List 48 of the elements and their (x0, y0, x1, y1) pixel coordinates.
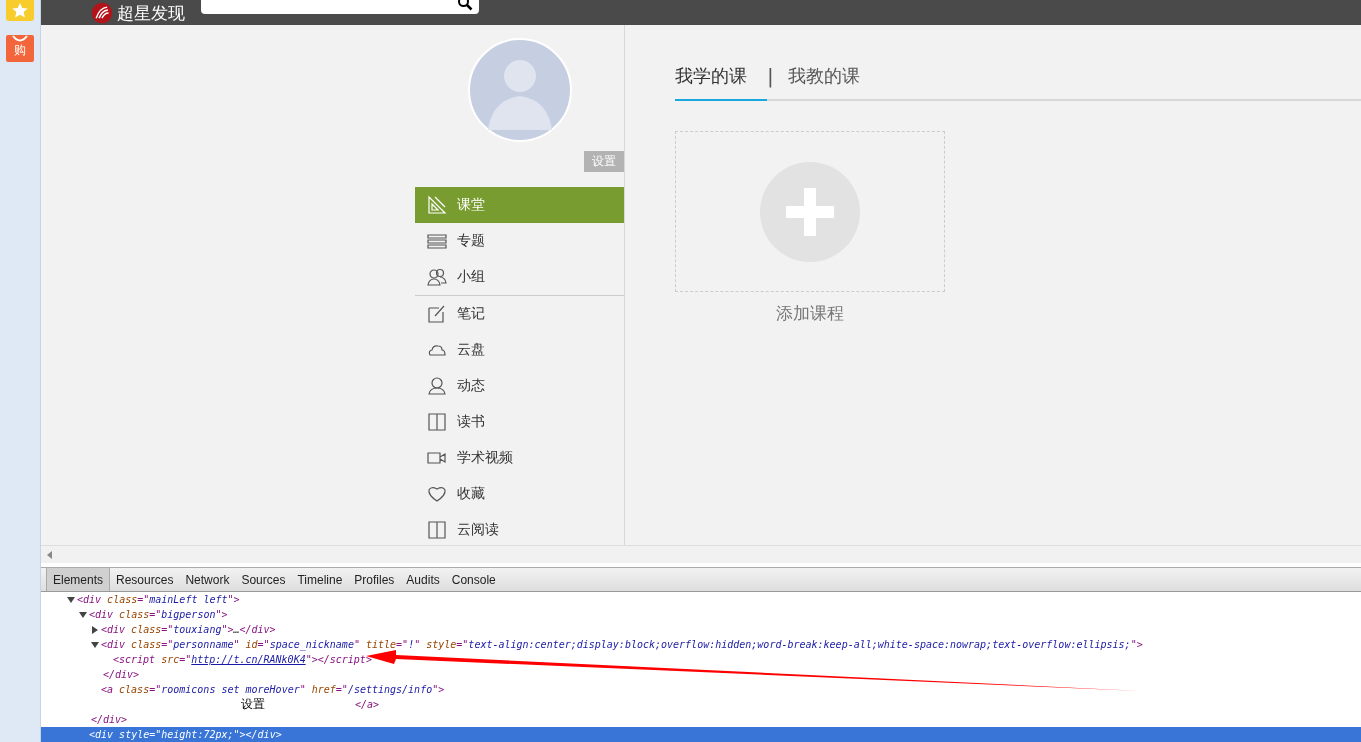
code-text: 设置 (241, 697, 265, 712)
devtools-tab[interactable]: Timeline (291, 568, 349, 591)
tab-separator: | (767, 64, 774, 88)
code-line[interactable]: </a> (355, 697, 380, 712)
nav-item[interactable]: 动态 (415, 368, 624, 404)
code-line[interactable]: <script src="http://t.cn/RANk0K4"></script> (113, 652, 372, 667)
devtools-tab[interactable]: Elements (46, 568, 111, 591)
code-line[interactable]: <div class="personname" id="space_nickname" title="!" style="text-align:center;display:block;overflow:hidden;word-break:keep-all;white-space:nowrap;text-overflow:ellipsis;"> (101, 637, 1143, 652)
expand-arrow-icon[interactable] (67, 595, 75, 604)
list-icon (427, 231, 447, 251)
add-course-label: 添加课程 (775, 302, 845, 325)
code-line[interactable]: <div class="touxiang">…</div> (101, 622, 276, 637)
heart-icon (427, 484, 447, 504)
group-icon (427, 267, 447, 287)
devtools-tab[interactable]: Profiles (348, 568, 401, 591)
devtools-tab[interactable]: Console (445, 568, 502, 591)
book-icon (427, 412, 447, 432)
code-line[interactable]: <div style="height:72px;"></div> (89, 727, 282, 742)
code-line[interactable]: <div class="mainLeft left"> (77, 592, 240, 607)
course-tab[interactable]: 我学的课 (675, 53, 767, 101)
expand-arrow-icon[interactable] (79, 610, 87, 619)
nav-item[interactable]: 收藏 (415, 476, 624, 512)
code-line[interactable]: </div> (103, 667, 140, 682)
devtools-tab[interactable]: Network (179, 568, 236, 591)
logo-icon (91, 1, 113, 24)
ruler-icon (427, 195, 447, 215)
nav-item[interactable]: 小组 (415, 259, 624, 295)
code-line[interactable]: </div> (91, 712, 128, 727)
code-line[interactable]: <div class="bigperson"> (89, 607, 228, 622)
note-icon (427, 304, 447, 324)
course-tab[interactable]: 我教的课 (773, 53, 880, 101)
person-icon (427, 376, 447, 396)
nav-item[interactable]: 学术视频 (415, 440, 624, 476)
nav-item[interactable]: 云阅读 (415, 512, 624, 546)
devtools-tab[interactable]: Audits (400, 568, 446, 591)
scroll-left-icon[interactable] (47, 550, 53, 559)
nav-item[interactable]: 笔记 (415, 295, 624, 332)
nav-item[interactable]: 云盘 (415, 332, 624, 368)
expand-arrow-icon[interactable] (91, 640, 99, 649)
code-line[interactable]: <a class="roomicons set moreHover" href="/settings/info"> (101, 682, 445, 697)
horizontal-scrollbar[interactable] (41, 545, 1361, 563)
nav-item[interactable]: 专题 (415, 223, 624, 259)
nav-item[interactable]: 读书 (415, 404, 624, 440)
devtools-tab[interactable]: Resources (110, 568, 180, 591)
book-icon (427, 520, 447, 540)
expand-arrow-icon[interactable] (91, 625, 99, 634)
logo-text: 超星发现 (117, 1, 185, 24)
devtools-tab[interactable]: Sources (235, 568, 292, 591)
